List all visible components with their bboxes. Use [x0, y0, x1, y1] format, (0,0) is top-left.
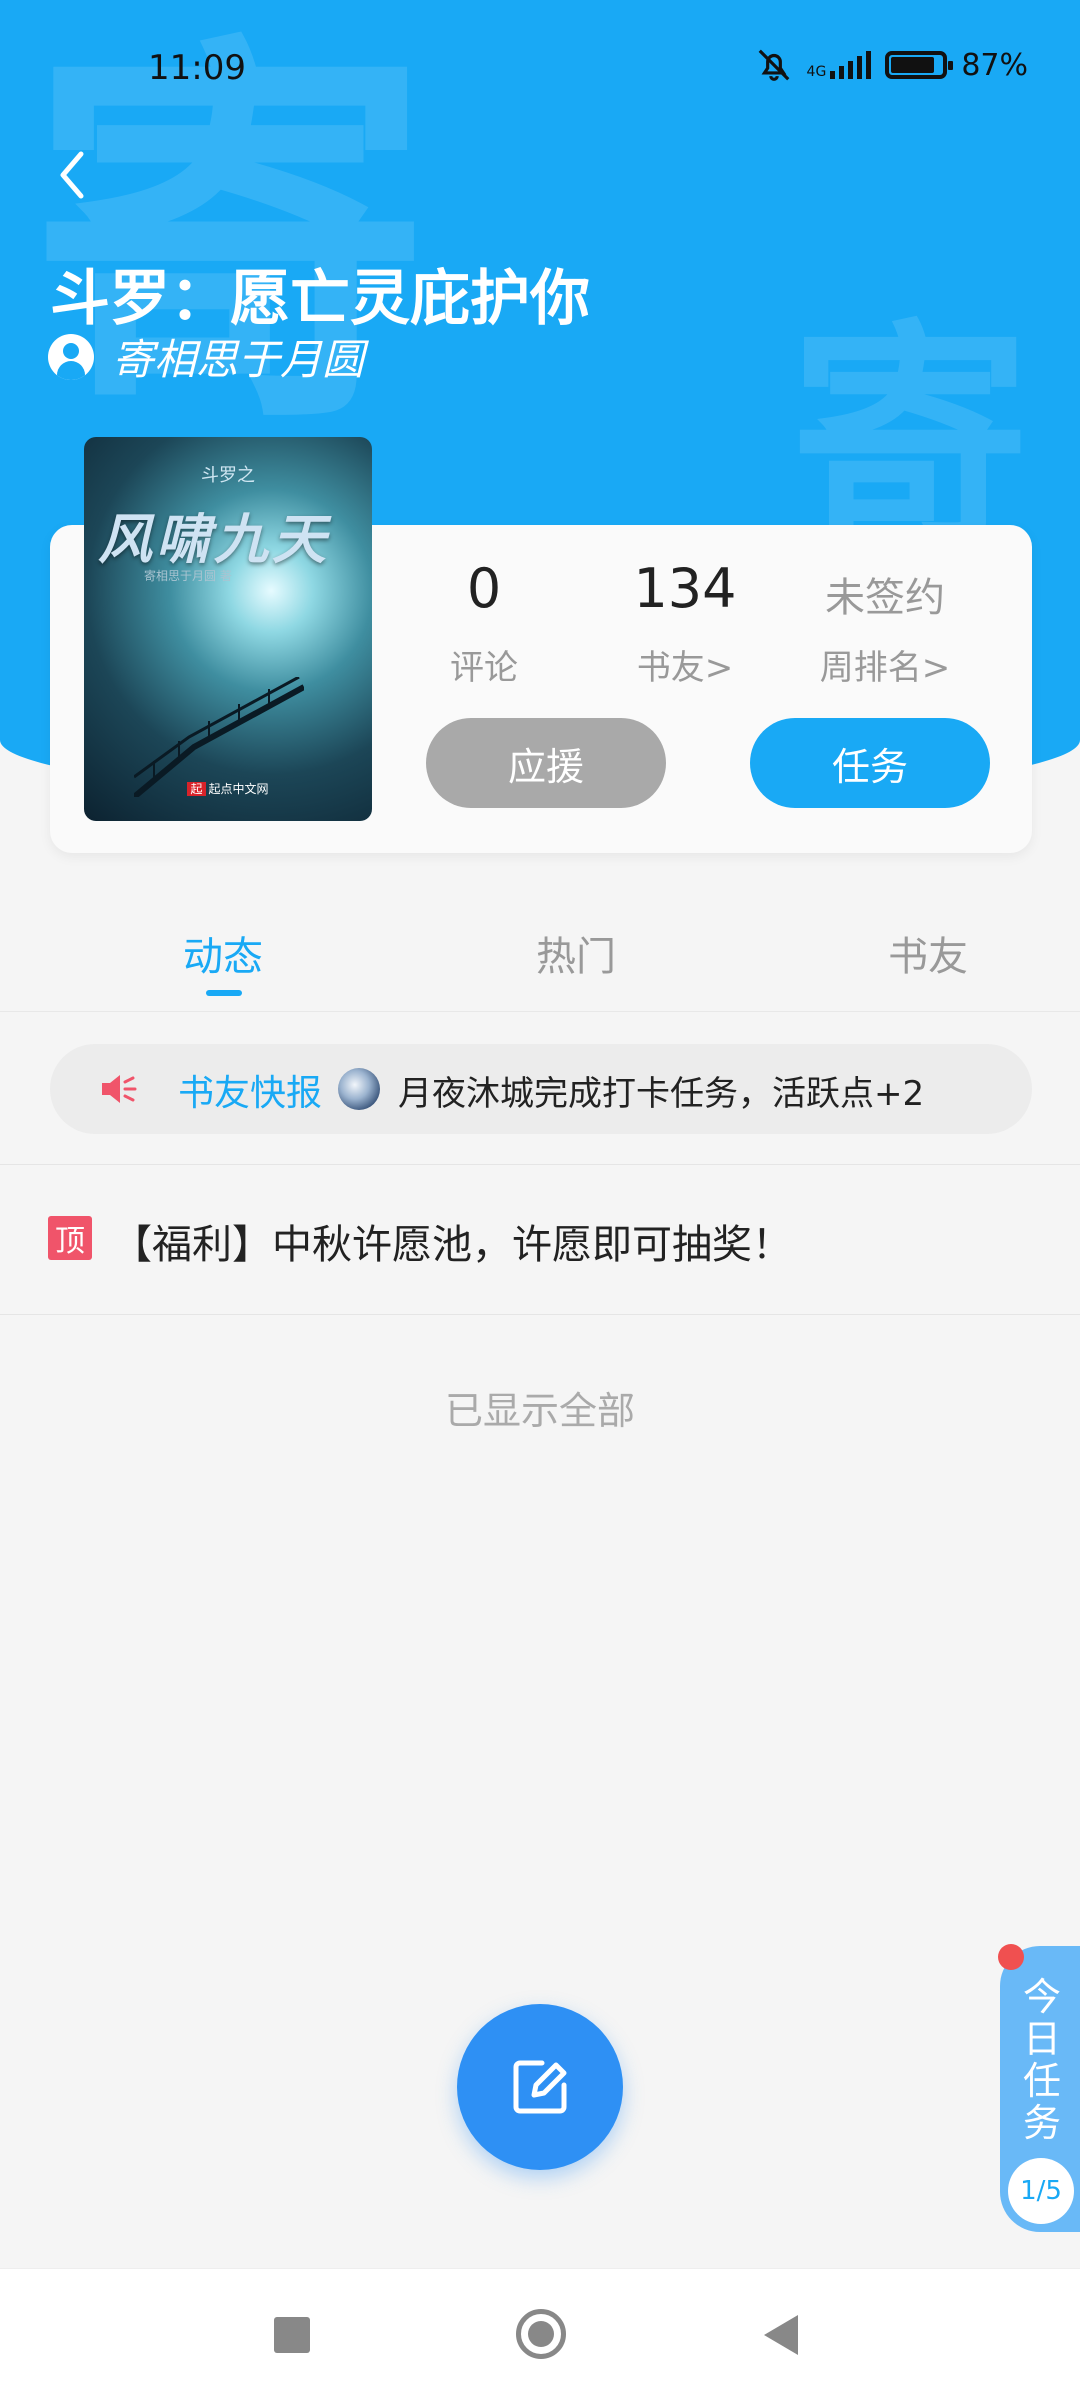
fans-count: 134	[633, 557, 737, 620]
comments-count: 0	[466, 557, 502, 620]
cover-title: 风啸九天	[98, 508, 330, 571]
tab-hot[interactable]: 热门	[536, 924, 616, 982]
pinned-badge: 顶	[48, 1216, 92, 1260]
status-bar: 11:09 4G 87%	[0, 0, 1080, 140]
pinned-post-title: 【福利】中秋许愿池，许愿即可抽奖！	[112, 1222, 792, 1268]
news-ticker[interactable]: 书友快报 月夜沐城完成打卡任务，活跃点+2	[50, 1044, 1032, 1134]
back-button[interactable]	[42, 140, 102, 210]
notification-dot	[998, 1944, 1024, 1970]
tab-fans[interactable]: 书友	[888, 924, 968, 982]
fans-label: 书友>	[636, 648, 734, 688]
support-button[interactable]: 应援	[426, 718, 666, 808]
daily-task-label: 今日任务	[1022, 1975, 1061, 2145]
tab-indicator	[206, 990, 242, 996]
stat-fans[interactable]: 134 书友>	[610, 562, 760, 689]
system-nav-bar	[0, 2268, 1080, 2400]
divider	[0, 1314, 1080, 1315]
cover-bridge-art	[134, 677, 304, 797]
cover-brand: 起起点中文网	[84, 780, 372, 797]
nav-recents-icon[interactable]	[274, 2317, 310, 2353]
cover-brand-name: 起点中文网	[208, 782, 269, 796]
author-row[interactable]: 寄相思于月圆	[48, 326, 364, 387]
brand-logo-icon: 起	[187, 782, 206, 796]
pinned-post[interactable]: 顶 【福利】中秋许愿池，许愿即可抽奖！	[0, 1166, 1080, 1314]
tab-bar: 动态 热门 书友	[0, 900, 1080, 1012]
header-watermark-small: 寄	[790, 300, 1031, 580]
stat-comments[interactable]: 0 评论	[434, 562, 534, 689]
status-time: 11:09	[148, 48, 246, 88]
back-arrow-icon	[60, 151, 84, 199]
speaker-icon	[102, 1075, 137, 1103]
nav-home-icon[interactable]	[516, 2309, 566, 2359]
end-of-list-text: 已显示全部	[444, 1389, 635, 1433]
daily-task-progress: 1/5	[1008, 2158, 1074, 2224]
task-button[interactable]: 任务	[750, 718, 990, 808]
edit-icon	[513, 2060, 567, 2114]
ticker-label: 书友快报	[178, 1073, 323, 1114]
nav-back-icon[interactable]	[764, 2315, 798, 2355]
avatar	[338, 1068, 380, 1110]
stat-rank[interactable]: 未签约 周排名>	[800, 578, 970, 689]
signal-icon: 4G	[807, 51, 872, 79]
book-title: 斗罗：愿亡灵庇护你	[50, 264, 590, 334]
tab-updates[interactable]: 动态	[183, 924, 263, 982]
ticker-message: 月夜沐城完成打卡任务，活跃点+2	[398, 1074, 925, 1114]
mute-bell-icon	[758, 49, 789, 81]
compose-button[interactable]	[457, 2004, 623, 2170]
network-type: 4G	[806, 64, 827, 80]
divider	[0, 1164, 1080, 1165]
author-name: 寄相思于月圆	[112, 335, 365, 384]
battery-percent: 87%	[961, 47, 1028, 83]
book-cover[interactable]: 斗罗之 风啸九天 寄相思于月圆 著 起起点中文网	[84, 437, 372, 821]
rank-label: 周排名>	[819, 648, 951, 688]
status-icons: 4G 87%	[755, 46, 1028, 84]
battery-icon	[885, 51, 954, 79]
user-icon	[48, 333, 94, 380]
rank-status: 未签约	[825, 575, 945, 621]
cover-author: 寄相思于月圆 著	[144, 569, 232, 583]
cover-series: 斗罗之	[201, 465, 255, 486]
comments-label: 评论	[450, 648, 518, 688]
